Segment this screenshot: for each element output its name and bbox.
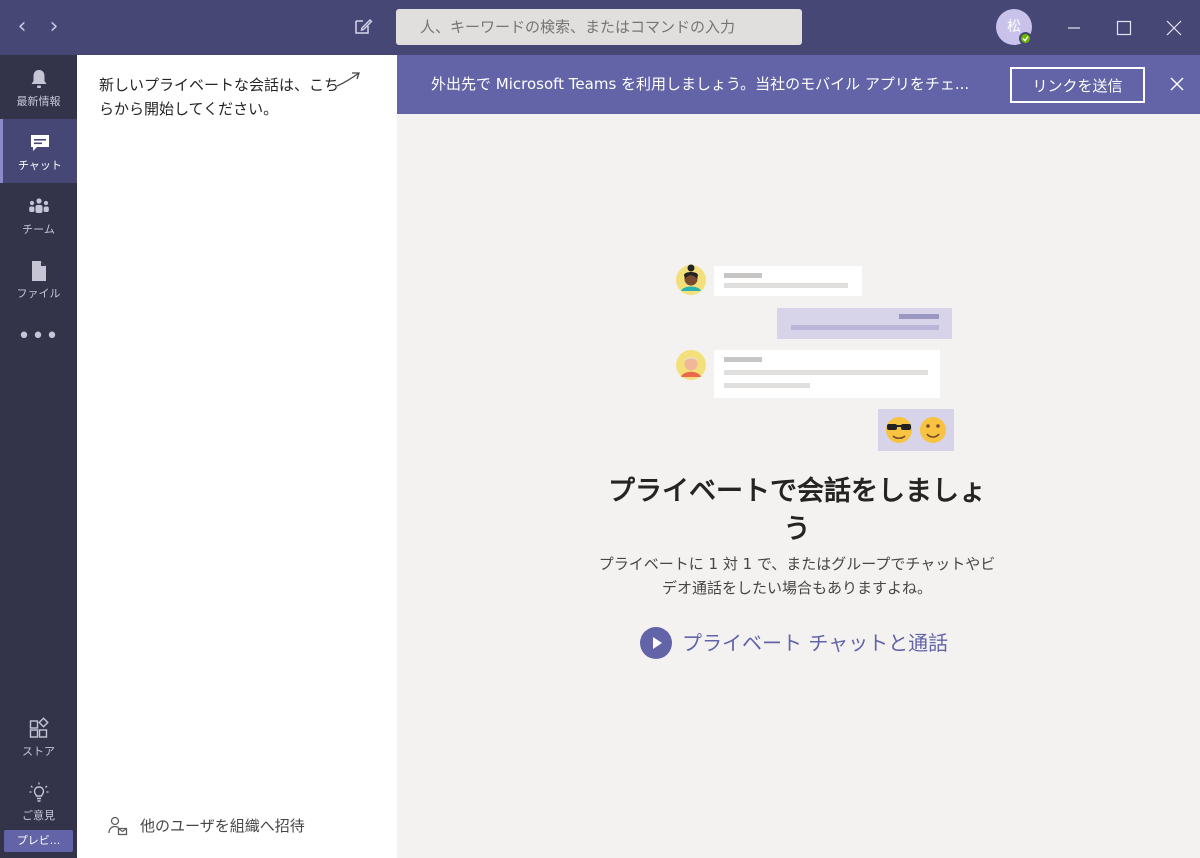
person-avatar-1-icon	[676, 264, 706, 295]
new-chat-hint: 新しいプライベートな会話は、こちらから開始してください。	[99, 76, 340, 118]
close-icon	[1166, 20, 1182, 36]
arrow-up-right-icon	[336, 72, 360, 87]
preview-badge[interactable]: プレビ...	[4, 830, 73, 852]
empty-state-title: プライベートで会話をしましょう	[608, 476, 986, 545]
rail-label: ストア	[22, 745, 55, 758]
smile-emoji-icon	[920, 417, 946, 443]
close-window-button[interactable]	[1154, 10, 1194, 46]
rail-label: ご意見	[22, 809, 55, 822]
maximize-icon	[1116, 20, 1132, 36]
title-bar: ‹ › 松	[0, 0, 1200, 55]
person-avatar-2-icon	[676, 350, 706, 380]
rail-item-chat[interactable]: チャット	[0, 119, 77, 183]
teams-window: ‹ › 松 最新情報	[0, 0, 1200, 858]
rail-item-store[interactable]: ストア	[0, 705, 77, 769]
more-apps-button[interactable]: •••	[0, 325, 77, 359]
store-icon	[29, 717, 49, 738]
minimize-button[interactable]	[1054, 10, 1094, 46]
rail-label: チャット	[18, 159, 62, 172]
forward-button[interactable]: ›	[42, 14, 66, 40]
rail-item-feedback[interactable]: ご意見	[0, 769, 77, 833]
compose-icon	[355, 19, 373, 34]
rail-label: 最新情報	[16, 95, 61, 108]
banner-text: 外出先で Microsoft Teams を利用しましょう。当社のモバイル アプ…	[431, 75, 970, 93]
invite-person-icon	[108, 816, 128, 836]
presence-available-icon	[1019, 32, 1032, 45]
sunglasses-emoji-icon	[886, 417, 912, 443]
maximize-button[interactable]	[1104, 10, 1144, 46]
private-chat-video-label: プライベート チャットと通話	[682, 631, 949, 655]
rail-label: チーム	[22, 223, 55, 236]
app-rail: 最新情報 チャット チーム ファイル ••• ストア ご意見 プレビ...	[0, 55, 77, 858]
chat-icon	[31, 135, 49, 151]
bell-icon	[31, 70, 46, 88]
lightbulb-icon	[29, 782, 48, 802]
search-input[interactable]	[396, 9, 802, 45]
play-icon	[640, 627, 672, 659]
send-link-button[interactable]: リンクを送信	[1010, 67, 1145, 103]
invite-users-label: 他のユーザを組織へ招待	[140, 817, 305, 835]
chat-illustration	[676, 264, 954, 451]
close-icon[interactable]	[1167, 74, 1187, 94]
compose-button[interactable]	[352, 15, 376, 39]
chat-list-pane: 新しいプライベートな会話は、こちらから開始してください。 他のユーザを組織へ招待	[77, 55, 397, 858]
rail-item-files[interactable]: ファイル	[0, 247, 77, 311]
mobile-app-banner: 外出先で Microsoft Teams を利用しましょう。当社のモバイル アプ…	[397, 55, 1200, 114]
file-icon	[31, 261, 46, 281]
back-button[interactable]: ‹	[10, 14, 34, 40]
rail-label: ファイル	[16, 287, 61, 300]
empty-state-description: プライベートに 1 対 1 で、またはグループでチャットやビデオ通話をしたい場合…	[598, 555, 996, 597]
main-content: 外出先で Microsoft Teams を利用しましょう。当社のモバイル アプ…	[397, 55, 1200, 858]
rail-item-teams[interactable]: チーム	[0, 183, 77, 247]
teams-icon	[28, 198, 49, 213]
rail-item-activity[interactable]: 最新情報	[0, 55, 77, 119]
minimize-icon	[1068, 27, 1080, 29]
